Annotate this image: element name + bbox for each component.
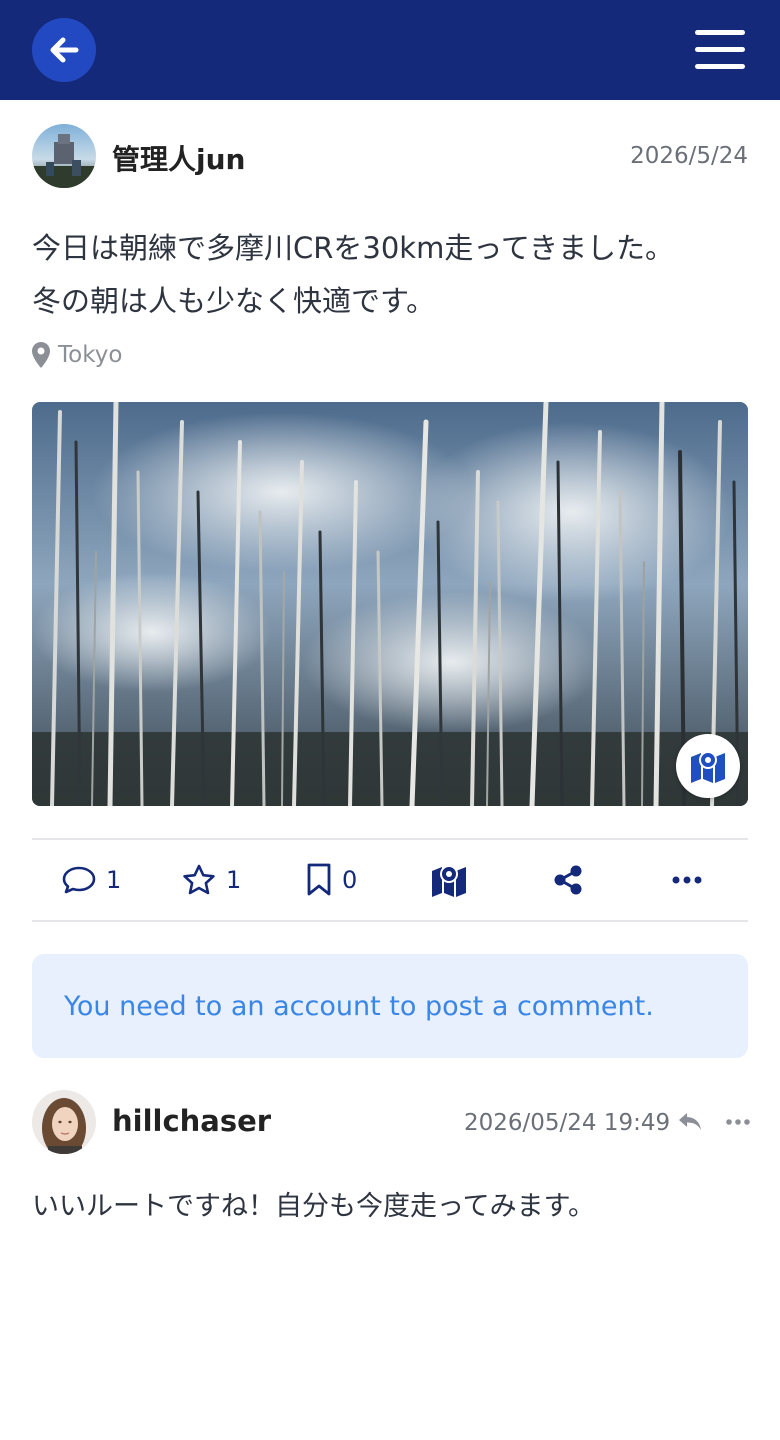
photo-map-button[interactable] [676, 734, 740, 798]
location-label: Tokyo [58, 342, 123, 368]
map-action[interactable] [430, 840, 468, 920]
hamburger-menu-icon [695, 30, 745, 69]
map-marker-icon [32, 342, 50, 368]
bookmark-action[interactable]: 0 [306, 840, 357, 920]
author-avatar[interactable] [32, 124, 96, 188]
favorite-count: 1 [226, 866, 242, 894]
post-action-bar: 1 1 0 [32, 838, 748, 922]
bookmark-count: 0 [342, 866, 358, 894]
post-body-line: 今日は朝練で多摩川CRを30km走ってきました。 [32, 231, 675, 265]
comment-count: 1 [106, 866, 122, 894]
post-body-line: 冬の朝は人も少なく快適です。 [32, 284, 436, 318]
post-location[interactable]: Tokyo [32, 340, 122, 370]
ellipsis-icon [672, 876, 702, 884]
commenter-name[interactable]: hillchaser [112, 1104, 271, 1138]
commenter-avatar[interactable] [32, 1090, 96, 1154]
comment-header: hillchaser 2026/05/24 19:49 [32, 1090, 750, 1154]
star-icon [183, 864, 215, 895]
bookmark-icon [307, 863, 331, 896]
back-button[interactable] [32, 18, 96, 82]
menu-button[interactable] [690, 24, 750, 76]
comment-more-button[interactable] [722, 1106, 754, 1138]
ellipsis-icon [726, 1119, 750, 1125]
reply-icon [679, 1113, 701, 1130]
post-header: 管理人jun 2026/5/24 [32, 124, 748, 188]
map-icon [432, 865, 466, 897]
post-photo[interactable] [32, 402, 748, 806]
share-action[interactable] [552, 840, 584, 920]
comment-icon [62, 866, 96, 894]
top-nav-bar [0, 0, 780, 100]
share-icon [554, 865, 582, 895]
more-action[interactable] [672, 840, 702, 920]
comment-date: 2026/05/24 19:49 [464, 1110, 671, 1136]
favorite-action[interactable]: 1 [182, 840, 241, 920]
comment-action[interactable]: 1 [62, 840, 121, 920]
comment-body: いいルートですね！自分も今度走ってみます。 [32, 1191, 595, 1222]
post-body: 今日は朝練で多摩川CRを30km走ってきました。 冬の朝は人も少なく快適です。 [32, 222, 748, 328]
reply-button[interactable] [674, 1106, 706, 1138]
author-name[interactable]: 管理人jun [112, 138, 245, 178]
login-required-notice[interactable]: You need to an account to post a comment… [32, 954, 748, 1058]
arrow-left-icon [50, 37, 79, 63]
map-icon [691, 751, 725, 783]
post-date: 2026/5/24 [630, 143, 748, 169]
